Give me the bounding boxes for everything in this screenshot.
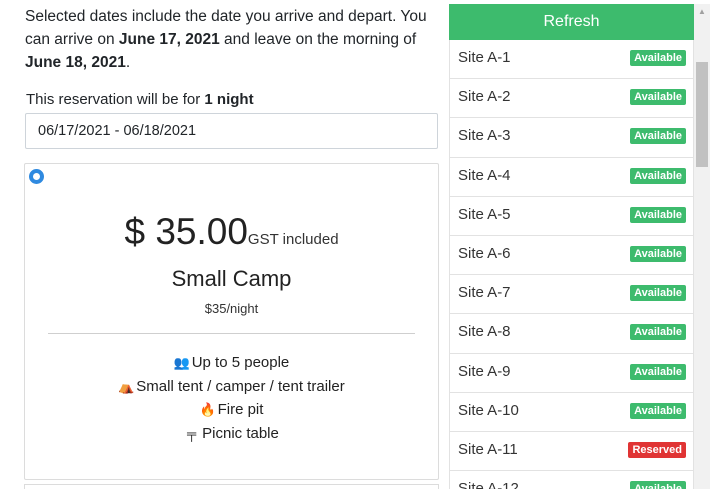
site-type-title: Small Camp: [171, 266, 292, 291]
status-badge: Available: [630, 285, 686, 302]
nights-label: This reservation will be for: [26, 91, 205, 108]
feature-label: Picnic table: [202, 424, 279, 442]
site-row[interactable]: Site A-7 Available: [449, 275, 694, 315]
site-name: Site A-7: [458, 284, 511, 302]
site-row[interactable]: Site A-1 Available: [449, 40, 694, 80]
feature-list: 👥 Up to 5 people ⛺ Small tent / camper / te…: [25, 351, 438, 445]
picnic-table-icon: ╤: [187, 425, 197, 441]
site-row[interactable]: Site A-5 Available: [449, 196, 694, 236]
feature-label: Small tent / camper / tent trailer: [136, 377, 345, 395]
dates-explanation: Selected dates include the date you arri…: [25, 5, 437, 74]
price-note: GST included: [247, 231, 339, 248]
status-badge: Available: [630, 206, 686, 223]
tent-icon: ⛺: [118, 378, 135, 394]
site-availability-panel: Refresh Site A-1 Available Site A-2 Availab…: [449, 4, 710, 489]
depart-date: June 18, 2021: [25, 54, 126, 71]
date-range-input[interactable]: [25, 113, 438, 149]
site-row[interactable]: Site A-12 Available: [449, 471, 694, 489]
reservation-panel: Selected dates include the date you arri…: [0, 0, 445, 489]
next-site-option-card[interactable]: [24, 484, 439, 489]
people-icon: 👥: [173, 355, 190, 370]
feature-item: 👥 Up to 5 people: [25, 351, 438, 375]
status-badge: Available: [630, 324, 686, 341]
nightly-rate: $35/night: [204, 301, 259, 316]
site-list: Site A-1 Available Site A-2 Available Site A…: [449, 40, 694, 489]
site-name: Site A-4: [458, 166, 511, 184]
site-name: Site A-8: [458, 323, 511, 341]
site-name: Site A-9: [458, 362, 511, 380]
site-name: Site A-2: [458, 88, 511, 106]
site-name: Site A-1: [458, 49, 511, 66]
intro-text: .: [125, 54, 131, 71]
status-badge: Reserved: [628, 441, 686, 458]
site-name: Site A-12: [458, 480, 519, 489]
feature-label: Up to 5 people: [191, 354, 290, 371]
feature-label: Fire pit: [217, 401, 264, 418]
site-row[interactable]: Site A-10 Available: [449, 392, 694, 432]
status-badge: Available: [630, 50, 686, 66]
refresh-button[interactable]: Refresh: [449, 4, 694, 40]
status-badge: Available: [630, 363, 686, 380]
arrive-date: June 17, 2021: [118, 31, 220, 48]
nights-count: 1 night: [204, 91, 254, 108]
site-row[interactable]: Site A-6 Available: [449, 235, 694, 276]
scroll-thumb[interactable]: [696, 62, 708, 167]
status-badge: Available: [630, 167, 686, 184]
site-row[interactable]: Site A-11 Reserved: [449, 431, 694, 472]
status-badge: Available: [630, 128, 686, 145]
status-badge: Available: [630, 402, 686, 419]
site-name: Site A-10: [458, 401, 519, 419]
site-option-radio[interactable]: [29, 169, 44, 184]
divider: [48, 333, 415, 334]
fire-pit-icon: 🔥: [199, 402, 216, 417]
site-row[interactable]: Site A-9 Available: [449, 353, 694, 393]
nights-summary: This reservation will be for 1 night: [26, 90, 254, 110]
site-row[interactable]: Site A-3 Available: [449, 118, 694, 158]
status-badge: Available: [630, 481, 686, 489]
status-badge: Available: [630, 89, 686, 106]
status-badge: Available: [630, 245, 686, 262]
site-name: Site A-6: [458, 244, 511, 262]
feature-item: ╤ Picnic table: [25, 422, 438, 446]
feature-item: ⛺ Small tent / camper / tent trailer: [25, 375, 438, 399]
site-name: Site A-3: [458, 127, 511, 145]
site-row[interactable]: Site A-2 Available: [449, 79, 694, 119]
site-option-card[interactable]: $ 35.00GST included Small Camp $35/night…: [24, 163, 439, 480]
site-name: Site A-11: [458, 440, 518, 458]
scrollbar[interactable]: ▲: [694, 4, 710, 489]
site-row[interactable]: Site A-4 Available: [449, 157, 694, 197]
price-value: $ 35.00: [124, 211, 248, 252]
site-name: Site A-5: [458, 205, 511, 223]
intro-text: and leave on the morning of: [219, 31, 417, 48]
scroll-up-arrow-icon[interactable]: ▲: [694, 4, 710, 20]
price: $ 35.00GST included: [25, 210, 438, 254]
site-row[interactable]: Site A-8 Available: [449, 314, 694, 354]
feature-item: 🔥 Fire pit: [25, 398, 438, 422]
